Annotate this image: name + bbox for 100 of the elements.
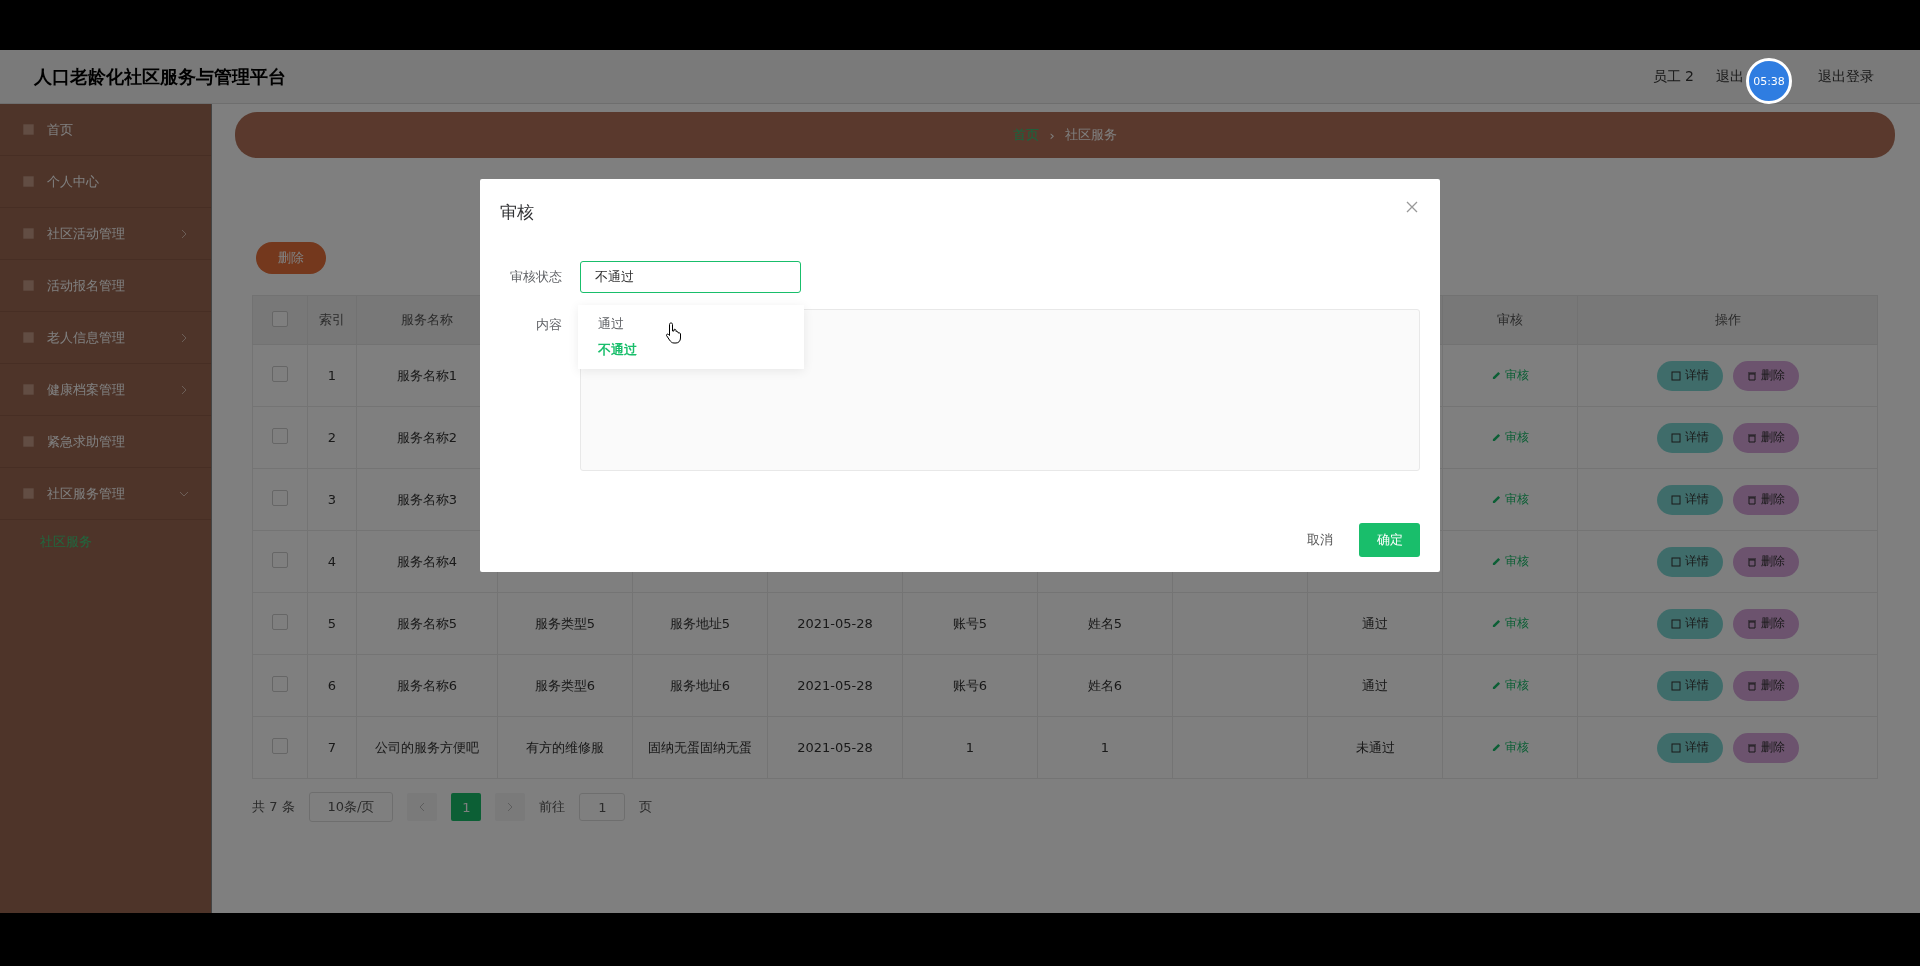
total-count: 共 7 条: [252, 798, 295, 816]
delete-button[interactable]: 删除: [1732, 732, 1799, 763]
delete-button[interactable]: 删除: [1732, 422, 1799, 453]
table-cell: 服务地址6: [669, 677, 731, 693]
column-header[interactable]: 操作: [1714, 312, 1741, 327]
sidebar-item[interactable]: 社区服务管理: [0, 468, 211, 520]
delete-button[interactable]: 删除: [1732, 670, 1799, 701]
sidebar-item[interactable]: 健康档案管理: [0, 364, 211, 416]
audit-link[interactable]: 审核: [1491, 739, 1529, 756]
table-cell: 账号6: [952, 677, 988, 693]
column-header[interactable]: 审核: [1497, 312, 1523, 327]
table-cell: 有方的维修服: [526, 739, 604, 755]
sidebar-item[interactable]: 社区活动管理: [0, 208, 211, 260]
breadcrumb-item[interactable]: 社区服务: [1064, 126, 1117, 144]
logout-link[interactable]: 退出: [1716, 67, 1744, 86]
column-header[interactable]: 索引: [319, 312, 345, 327]
table-cell: 服务名称1: [396, 367, 458, 383]
edit-icon: [1491, 433, 1501, 442]
table-cell: 5: [327, 616, 337, 631]
audit-link[interactable]: 审核: [1491, 367, 1529, 384]
page-button[interactable]: 1: [451, 793, 482, 821]
audit-link[interactable]: 审核: [1491, 491, 1529, 508]
table-cell: 3: [327, 492, 337, 507]
details-button[interactable]: 详情: [1656, 422, 1723, 453]
row-checkbox[interactable]: [272, 366, 288, 382]
sidebar-item[interactable]: 活动报名管理: [0, 260, 211, 312]
details-button[interactable]: 详情: [1656, 670, 1723, 701]
row-checkbox[interactable]: [272, 490, 288, 506]
delete-button[interactable]: 删除: [1732, 484, 1799, 515]
table-cell: 服务地址5: [669, 615, 731, 631]
menu-item-icon: [22, 383, 35, 396]
table-cell: 1: [327, 368, 337, 383]
row-checkbox[interactable]: [272, 738, 288, 754]
details-button[interactable]: 详情: [1656, 546, 1723, 577]
goto-label: 前往: [539, 798, 566, 816]
table-cell: 6: [327, 678, 337, 693]
trash-icon: [1746, 494, 1757, 505]
select-all-checkbox[interactable]: [272, 310, 288, 327]
column-header[interactable]: 服务名称: [401, 312, 453, 327]
next-page-icon[interactable]: [495, 793, 526, 821]
delete-button[interactable]: 删除: [1732, 360, 1799, 391]
sidebar-item[interactable]: 首页: [0, 104, 211, 156]
delete-button[interactable]: 删除: [1732, 546, 1799, 577]
table-cell: 服务类型6: [534, 677, 596, 693]
breadcrumb-item[interactable]: 首页: [1013, 126, 1040, 144]
table-cell: 服务名称4: [396, 553, 458, 569]
details-button[interactable]: 详情: [1656, 732, 1723, 763]
details-button[interactable]: 详情: [1656, 608, 1723, 639]
menu-item-icon: [22, 175, 35, 188]
content-textarea[interactable]: [580, 309, 1420, 471]
menu-item-icon: [22, 123, 35, 136]
sidebar-item[interactable]: 个人中心: [0, 156, 211, 208]
row-checkbox[interactable]: [272, 676, 288, 692]
row-checkbox[interactable]: [272, 428, 288, 444]
table-cell: 2021-05-28: [797, 616, 873, 631]
sidebar-item[interactable]: 老人信息管理: [0, 312, 211, 364]
table-cell: 固纳无蛋固纳无蛋: [648, 739, 752, 755]
prev-page-icon[interactable]: [407, 793, 438, 821]
page-size-select[interactable]: 10条/页: [308, 792, 394, 822]
table-cell: 7: [327, 740, 337, 755]
breadcrumb-separator: ›: [1049, 127, 1055, 143]
dropdown-option[interactable]: 通过: [578, 311, 804, 337]
dropdown-option[interactable]: 不通过: [578, 337, 804, 363]
menu-item-icon: [22, 227, 35, 240]
square-icon: [1670, 680, 1681, 691]
audit-link[interactable]: 审核: [1491, 553, 1529, 570]
goto-input[interactable]: 1: [579, 793, 626, 821]
details-button[interactable]: 详情: [1656, 360, 1723, 391]
user-name: 员工 2: [1652, 67, 1694, 86]
table-cell: 2021-05-28: [797, 678, 873, 693]
close-icon[interactable]: [1406, 201, 1418, 213]
status-select[interactable]: 不通过: [580, 261, 801, 293]
confirm-button[interactable]: 确定: [1359, 523, 1420, 557]
sidebar-item[interactable]: 紧急求助管理: [0, 416, 211, 468]
table-cell: 服务名称3: [396, 491, 458, 507]
app-title: 人口老龄化社区服务与管理平台: [34, 64, 286, 89]
row-checkbox[interactable]: [272, 614, 288, 630]
audit-link[interactable]: 审核: [1491, 429, 1529, 446]
field-label: 内容: [535, 316, 563, 334]
menu-item-icon: [22, 279, 35, 292]
delete-button[interactable]: 删除: [256, 242, 326, 274]
page-suffix: 页: [639, 798, 653, 816]
audit-link[interactable]: 审核: [1491, 615, 1529, 632]
table-cell: 4: [327, 554, 337, 569]
field-label: 审核状态: [509, 268, 563, 286]
logout-link[interactable]: 退出登录: [1818, 67, 1874, 86]
audit-link[interactable]: 审核: [1491, 677, 1529, 694]
square-icon: [1670, 556, 1681, 567]
table-cell: 姓名5: [1087, 615, 1123, 631]
edit-icon: [1491, 619, 1501, 628]
edit-icon: [1491, 557, 1501, 566]
table-cell: 服务名称2: [396, 429, 458, 445]
row-checkbox[interactable]: [272, 552, 288, 568]
edit-icon: [1491, 681, 1501, 690]
menu-item-icon: [22, 487, 35, 500]
details-button[interactable]: 详情: [1656, 484, 1723, 515]
table-cell: 未通过: [1355, 739, 1395, 755]
square-icon: [1670, 742, 1681, 753]
delete-button[interactable]: 删除: [1732, 608, 1799, 639]
table-cell: 通过: [1362, 615, 1388, 631]
